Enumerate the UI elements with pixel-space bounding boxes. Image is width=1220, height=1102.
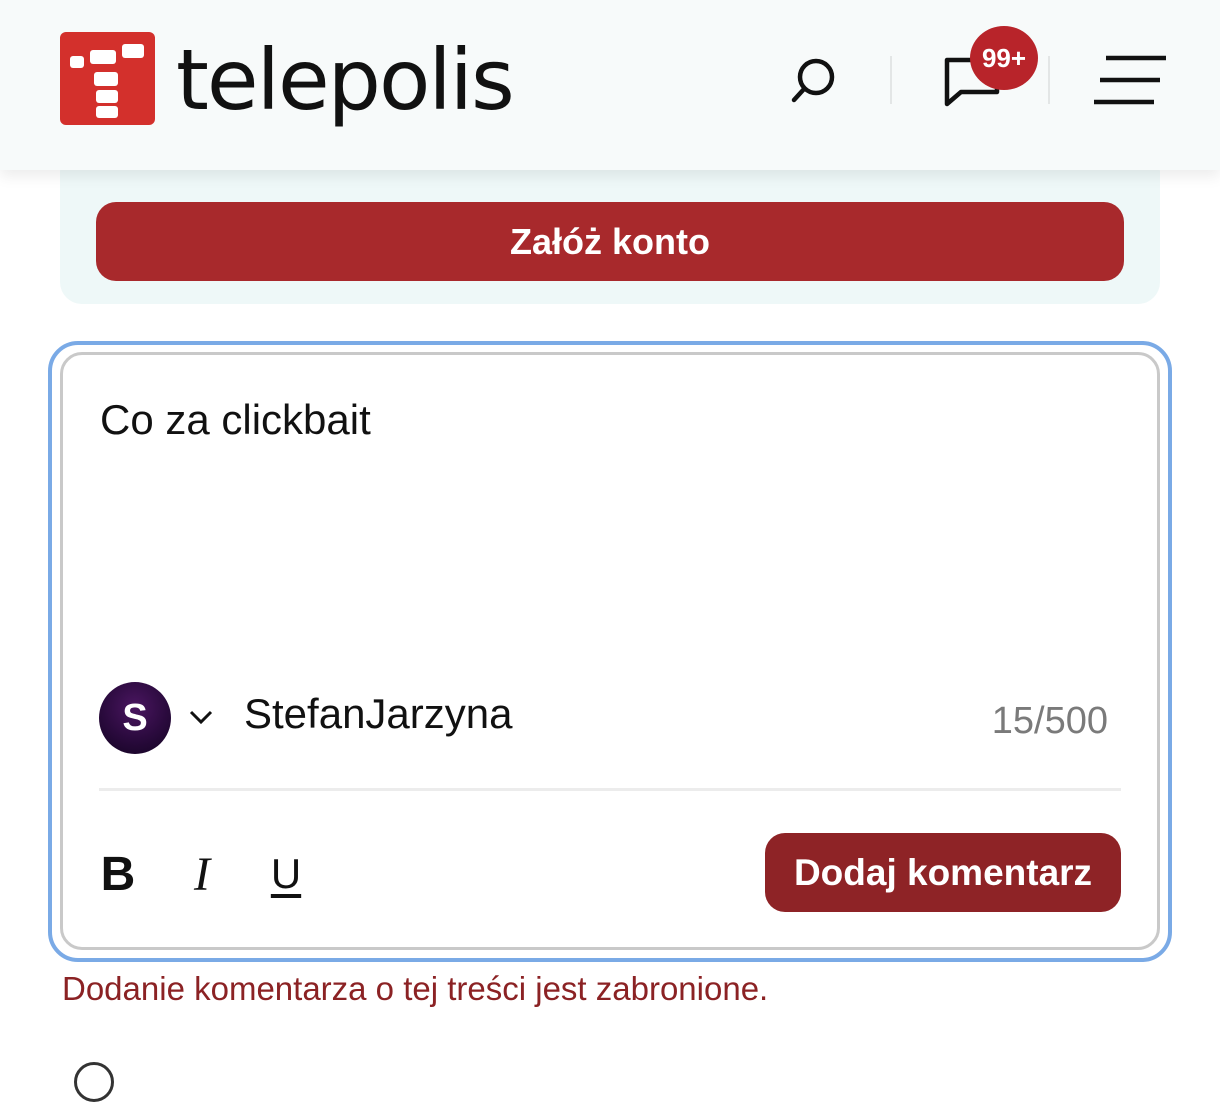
bold-button[interactable]: B [96, 846, 140, 902]
form-divider [99, 788, 1121, 791]
telepolis-logo-icon[interactable] [60, 32, 155, 125]
underline-button[interactable]: U [264, 846, 308, 902]
char-counter: 15/500 [991, 700, 1108, 742]
notification-badge: 99+ [970, 26, 1038, 90]
chevron-down-icon[interactable] [186, 704, 216, 730]
hamburger-menu-icon [1094, 55, 1166, 105]
username-label[interactable]: StefanJarzyna [244, 690, 513, 738]
next-comment-avatar [74, 1062, 114, 1102]
header-divider [1048, 56, 1050, 104]
search-icon [791, 58, 835, 103]
menu-button[interactable] [1090, 50, 1170, 110]
site-header: telepolis 99+ [0, 0, 1220, 170]
comment-textarea[interactable]: Co za clickbait [100, 396, 371, 444]
add-comment-button[interactable]: Dodaj komentarz [765, 833, 1121, 912]
italic-button[interactable]: I [180, 846, 224, 902]
brand-name[interactable]: telepolis [176, 30, 515, 130]
search-button[interactable] [782, 48, 846, 112]
avatar[interactable]: S [99, 682, 171, 754]
create-account-button[interactable]: Załóż konto [96, 202, 1124, 281]
error-message: Dodanie komentarza o tej treści jest zab… [62, 970, 769, 1007]
header-divider [890, 56, 892, 104]
